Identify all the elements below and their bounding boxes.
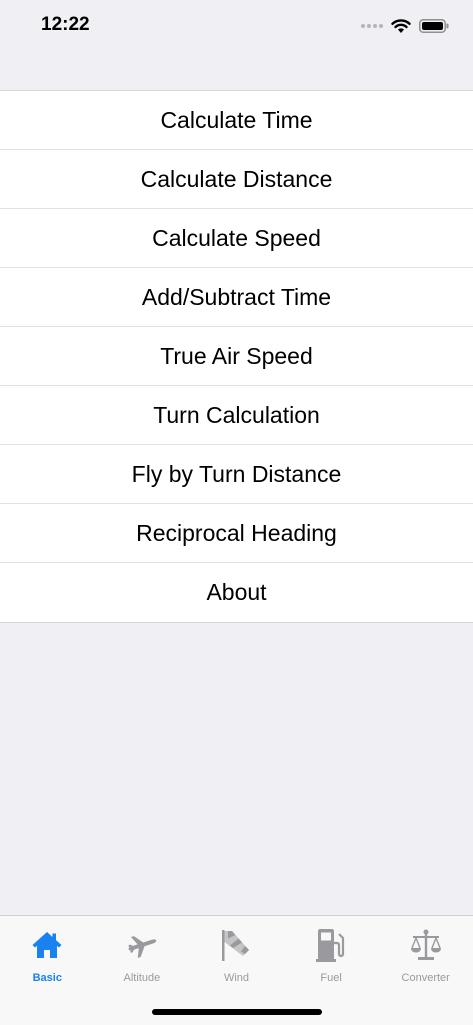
- tab-wind[interactable]: Wind: [189, 916, 284, 996]
- tab-altitude[interactable]: Altitude: [95, 916, 190, 996]
- menu-item-calculate-distance[interactable]: Calculate Distance: [0, 150, 473, 209]
- scale-icon: [409, 928, 443, 962]
- tab-altitude-label: Altitude: [123, 972, 161, 984]
- tab-converter[interactable]: Converter: [378, 916, 473, 996]
- house-icon: [30, 928, 64, 962]
- menu-item-fly-by-turn-distance[interactable]: Fly by Turn Distance: [0, 445, 473, 504]
- status-time: 12:22: [41, 14, 90, 35]
- menu-item-add-subtract-time[interactable]: Add/Subtract Time: [0, 268, 473, 327]
- status-bar: 12:22: [0, 0, 473, 52]
- wifi-icon: [391, 19, 411, 33]
- cellular-signal-icon: [361, 24, 383, 28]
- menu-list: Calculate Time Calculate Distance Calcul…: [0, 90, 473, 623]
- tab-fuel-label: Fuel: [320, 972, 342, 984]
- menu-item-true-air-speed[interactable]: True Air Speed: [0, 327, 473, 386]
- home-indicator[interactable]: [152, 1009, 322, 1015]
- menu-item-calculate-speed[interactable]: Calculate Speed: [0, 209, 473, 268]
- airplane-icon: [125, 928, 159, 962]
- status-icons: [361, 16, 449, 36]
- battery-icon: [419, 19, 449, 33]
- tab-converter-label: Converter: [401, 972, 450, 984]
- menu-item-about[interactable]: About: [0, 563, 473, 622]
- menu-item-turn-calculation[interactable]: Turn Calculation: [0, 386, 473, 445]
- fuel-pump-icon: [314, 928, 348, 962]
- menu-item-calculate-time[interactable]: Calculate Time: [0, 91, 473, 150]
- windsock-icon: [219, 928, 253, 962]
- tab-basic[interactable]: Basic: [0, 916, 95, 996]
- tab-wind-label: Wind: [223, 972, 250, 984]
- tab-basic-label: Basic: [32, 972, 62, 984]
- menu-item-reciprocal-heading[interactable]: Reciprocal Heading: [0, 504, 473, 563]
- tab-fuel[interactable]: Fuel: [284, 916, 379, 996]
